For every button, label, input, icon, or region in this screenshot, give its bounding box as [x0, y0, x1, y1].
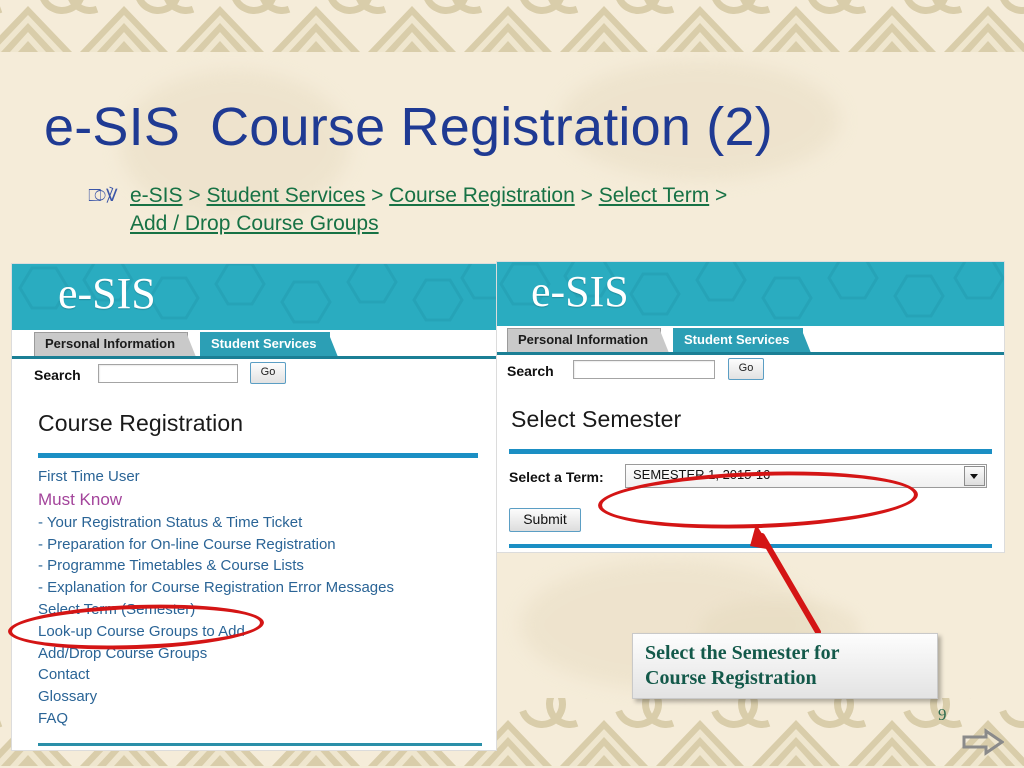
annotation-arrow-icon [750, 524, 821, 635]
course-link-item[interactable]: - Programme Timetables & Course Lists [38, 555, 496, 577]
left-panel-search-row: Search Go [12, 356, 496, 396]
left-panel-heading: Course Registration [38, 410, 244, 436]
tab-label: Personal Information [518, 332, 649, 347]
course-link-item[interactable]: - Preparation for On-line Course Registr… [38, 534, 496, 556]
breadcrumb-separator: > [709, 184, 728, 207]
course-link-item[interactable]: Contact [38, 664, 496, 686]
tab-student-services[interactable]: Student Services [673, 328, 811, 353]
breadcrumb-item-1[interactable]: Student Services [206, 184, 365, 207]
breadcrumb-item-3[interactable]: Select Term [599, 184, 710, 207]
chevron-down-icon[interactable] [964, 466, 985, 486]
right-panel-tabbar: Personal Information Student Services [497, 326, 1004, 355]
breadcrumb-item-0[interactable]: e-SIS [130, 184, 183, 207]
course-registration-link-list: First Time User Must Know - Your Registrat… [12, 458, 496, 730]
tab-personal-information[interactable]: Personal Information [507, 328, 670, 353]
search-go-button[interactable]: Go [728, 358, 764, 380]
search-go-button[interactable]: Go [250, 362, 286, 384]
tab-student-services[interactable]: Student Services [200, 332, 338, 357]
callout-line-2: Course Registration [645, 667, 817, 689]
search-label: Search [34, 367, 81, 383]
course-link-item[interactable]: FAQ [38, 708, 496, 730]
left-screenshot-panel: e-SIS Personal Information Student Servi… [12, 264, 496, 750]
page-title-part1: e-SIS [44, 97, 181, 157]
course-link-item[interactable]: - Your Registration Status & Time Ticket [38, 512, 496, 534]
breadcrumb-separator: > [365, 184, 390, 207]
submit-button[interactable]: Submit [509, 508, 581, 532]
left-panel-bottom-rule [38, 743, 482, 746]
page-title-part2: Course Registration (2) [210, 97, 773, 157]
right-panel-heading: Select Semester [511, 406, 682, 432]
tab-personal-information[interactable]: Personal Information [34, 332, 197, 357]
callout-box: Select the Semester for Course Registrat… [632, 633, 938, 699]
search-input[interactable] [98, 364, 238, 383]
tab-label: Personal Information [45, 336, 176, 351]
left-panel-header: e-SIS [12, 264, 496, 330]
right-panel-header: e-SIS [497, 262, 1004, 326]
left-panel-tabbar: Personal Information Student Services [12, 330, 496, 359]
course-link-item: Must Know [38, 489, 123, 509]
select-term-label: Select a Term: [509, 469, 604, 485]
course-link-item[interactable]: - Explanation for Course Registration Er… [38, 577, 496, 599]
search-label: Search [507, 363, 554, 379]
page-number: 9 [938, 705, 947, 724]
page-title: e-SIS Course Registration (2) [44, 96, 984, 158]
breadcrumb-separator: > [182, 184, 207, 207]
search-input[interactable] [573, 360, 715, 379]
course-link-item[interactable]: First Time User [38, 466, 496, 488]
right-panel-heading-rule [509, 449, 992, 454]
callout-line-1: Select the Semester for [645, 642, 840, 664]
fleuron-icon: ⎄℣ [88, 186, 118, 206]
tab-label: Student Services [684, 332, 790, 347]
course-link-item[interactable]: Glossary [38, 686, 496, 708]
left-panel-logo: e-SIS [58, 269, 156, 318]
breadcrumb-separator: > [574, 184, 599, 207]
breadcrumb-item-2[interactable]: Course Registration [389, 184, 575, 207]
right-panel-logo: e-SIS [531, 267, 629, 316]
top-border-band [0, 0, 1024, 52]
slide-canvas: e-SIS Course Registration (2) ⎄℣ e-SIS > … [0, 0, 1024, 768]
right-panel-search-row: Search Go [497, 352, 1004, 392]
breadcrumb: ⎄℣ e-SIS > Student Services > Course Reg… [88, 182, 968, 238]
next-slide-arrow-icon[interactable] [962, 728, 1004, 756]
breadcrumb-item-4[interactable]: Add / Drop Course Groups [130, 212, 379, 235]
tab-label: Student Services [211, 336, 317, 351]
